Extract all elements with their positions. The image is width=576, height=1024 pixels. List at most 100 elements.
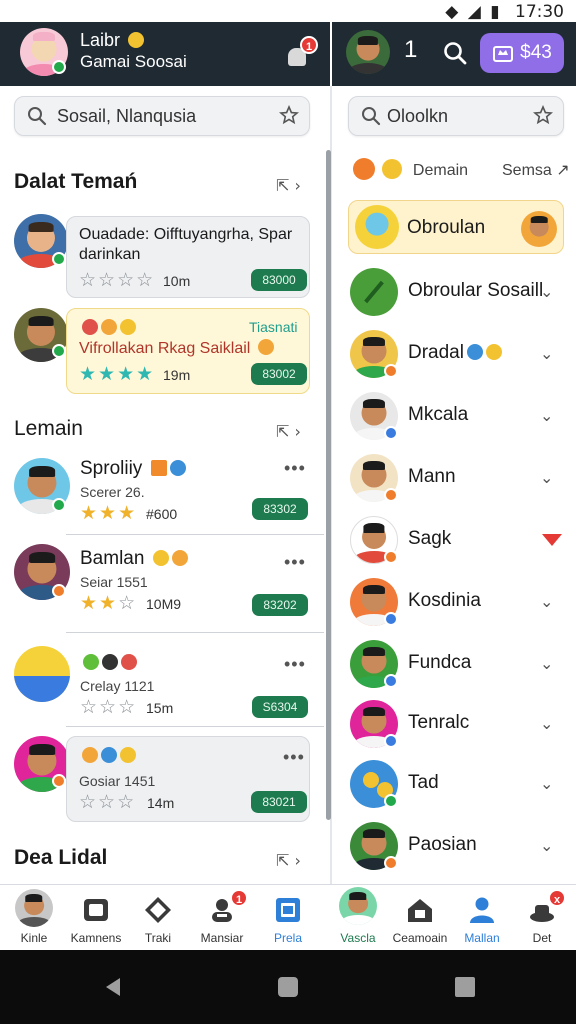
chevron-down-icon[interactable]: ⌄ [540, 468, 553, 487]
coins-button[interactable]: $43 [480, 33, 564, 73]
right-header: 1 $43 [332, 22, 576, 86]
rating-stars: ☆☆☆☆ [79, 269, 156, 291]
chevron-down-icon[interactable]: ⌄ [540, 654, 553, 673]
avatar-icon [339, 887, 377, 925]
distance-text: 19m [163, 367, 191, 383]
more-options-icon[interactable]: ••• [283, 747, 305, 768]
search-input-right[interactable]: Oloolkn [348, 96, 564, 136]
chevron-down-icon[interactable]: ⌄ [540, 282, 553, 301]
emoji-icon [382, 159, 403, 179]
right-panel-filter[interactable]: Demain [350, 158, 468, 180]
favorite-star-icon[interactable] [279, 104, 299, 130]
nav-prela[interactable]: Prela [258, 885, 318, 951]
nav-kinle[interactable]: Kinle [4, 885, 64, 951]
nav-kamnens[interactable]: Kamnens [66, 885, 126, 951]
nav-vascla[interactable]: Vascla [328, 885, 388, 951]
nav-label: Vascla [340, 931, 376, 945]
right-panel-item[interactable]: Obroular Sosaill ⌄ [332, 260, 576, 322]
contact-subtitle: Seiar 1551 [80, 574, 148, 590]
more-options-icon[interactable]: ••• [284, 552, 306, 573]
emoji-icon [83, 654, 99, 670]
home-circle-icon[interactable] [277, 976, 299, 998]
rating-stars: ★★★★ [79, 363, 156, 385]
row-divider [66, 726, 324, 727]
back-icon[interactable] [102, 976, 124, 998]
section-title-lemain: Lemain [14, 417, 83, 440]
right-panel-item[interactable]: Dradal ⌄ [332, 322, 576, 384]
right-panel-item[interactable]: Tenralc ⌄ [332, 692, 576, 754]
more-options-icon[interactable]: ••• [284, 654, 306, 675]
search-input-left[interactable]: Sosail, Nlanqusia [14, 96, 310, 136]
nav-det[interactable]: x Det [512, 885, 572, 951]
header-search-button[interactable] [442, 40, 468, 66]
cap-icon [169, 460, 186, 476]
nav-label: Prela [273, 931, 302, 945]
chevron-down-icon[interactable]: ⌄ [540, 344, 553, 363]
emoji-icon [363, 772, 379, 788]
nav-label: Ceamoain [392, 931, 448, 945]
nav-traki[interactable]: Traki [128, 885, 188, 951]
nav-badge: x [548, 889, 566, 907]
right-panel-item[interactable]: Kosdinia ⌄ [332, 570, 576, 632]
status-badge: 83000 [251, 269, 307, 291]
emoji-row [79, 747, 136, 766]
right-panel-item[interactable]: Mkcala ⌄ [332, 384, 576, 446]
chevron-down-icon[interactable]: ⌄ [540, 774, 553, 793]
row-divider [66, 534, 324, 535]
item-name: Kosdinia [408, 590, 481, 611]
right-panel-item[interactable]: Fundca ⌄ [332, 632, 576, 694]
chevron-down-icon[interactable]: ⌄ [540, 836, 553, 855]
caret-down-icon[interactable] [542, 534, 562, 546]
profile-header: Laibr Gamai Soosai 1 [0, 22, 330, 86]
home-icon [408, 899, 432, 922]
favorite-star-icon[interactable] [533, 104, 553, 130]
item-name: Mann [408, 466, 456, 487]
item-name: Mkcala [408, 404, 469, 425]
recents-icon[interactable] [454, 976, 476, 998]
right-header-avatar[interactable] [346, 30, 390, 74]
chevron-down-icon[interactable]: ⌄ [540, 406, 553, 425]
item-name: Sagk [408, 528, 452, 549]
notification-bell-button[interactable]: 1 [286, 36, 318, 66]
status-dot-icon [384, 794, 398, 808]
friend-card-text: Ouadade: Oifftuyangrha, Spar darinkan [79, 226, 293, 263]
nav-mallan[interactable]: Mallan [452, 885, 512, 951]
profile-name: Laibr [80, 30, 145, 51]
rating-stars: ☆☆☆ [79, 791, 137, 813]
emoji-icon [152, 550, 169, 566]
nav-ceamoain[interactable]: Ceamoain [390, 885, 450, 951]
section-expand-icon[interactable]: ⇱ › [276, 851, 301, 870]
right-panel-item[interactable]: Tad ⌄ [332, 752, 576, 814]
section-expand-icon[interactable]: ⇱ › [276, 176, 301, 195]
item-avatar [355, 205, 399, 249]
right-panel-sort[interactable]: Semsa ↗ [502, 160, 570, 180]
contact-card[interactable]: ••• Gosiar 1451 ☆☆☆ 14m 83021 [66, 736, 310, 822]
section-title-dea: Dea Lidal [14, 846, 108, 869]
online-status-icon [52, 344, 66, 358]
rating-stars: ★★☆ [80, 592, 138, 614]
rating-stars: ☆☆☆ [80, 696, 138, 718]
contact-emoji-row [80, 652, 137, 674]
right-panel-item[interactable]: Mann ⌄ [332, 446, 576, 508]
distance-text: 10M9 [146, 596, 182, 612]
scrollbar[interactable] [326, 150, 331, 820]
section-expand-icon[interactable]: ⇱ › [276, 422, 301, 441]
search-placeholder: Oloolkn [387, 105, 449, 126]
nav-mansiar[interactable]: 1 Mansiar [192, 885, 252, 951]
chevron-down-icon[interactable]: ⌄ [540, 714, 553, 733]
square-icon [276, 898, 300, 922]
status-dot-icon [384, 426, 398, 440]
right-panel-item[interactable]: Sagk [332, 508, 576, 570]
right-panel-selected-item[interactable]: Obroulan [348, 200, 564, 254]
friend-card[interactable]: Ouadade: Oifftuyangrha, Spar darinkan ☆☆… [66, 216, 310, 298]
rating-stars: ★★★ [80, 502, 138, 524]
chevron-down-icon[interactable]: ⌄ [540, 592, 553, 611]
more-options-icon[interactable]: ••• [284, 458, 306, 479]
friend-card-highlighted[interactable]: Tiasnati Vifrollakan Rkag Saiklail ★★★★ … [66, 308, 310, 394]
contact-avatar[interactable] [14, 646, 70, 702]
right-panel-item[interactable]: Paosian ⌄ [332, 814, 576, 876]
emoji-icon [485, 344, 502, 360]
row-divider [66, 632, 324, 633]
nav-label: Traki [144, 931, 172, 945]
crown-box-icon [493, 46, 514, 62]
